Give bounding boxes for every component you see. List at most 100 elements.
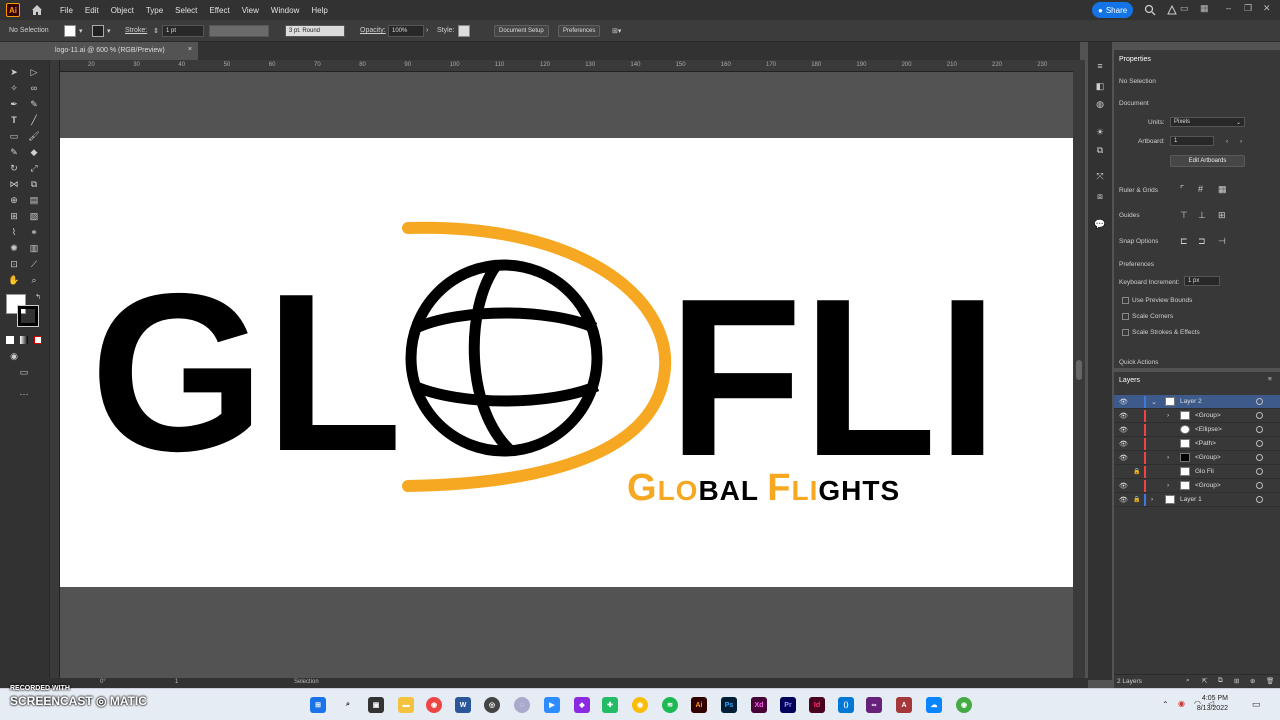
expand-chevron-icon[interactable]: ⌄: [1151, 398, 1157, 406]
menu-select[interactable]: Select: [175, 6, 197, 15]
clipping-mask-icon[interactable]: ⧉: [1218, 677, 1223, 685]
new-sublayer-icon[interactable]: ⊞: [1234, 677, 1239, 685]
minimize-icon[interactable]: –: [1226, 3, 1231, 13]
target-circle-icon[interactable]: [1256, 496, 1263, 503]
fill-swatch[interactable]: [64, 25, 76, 37]
eraser-tool-icon[interactable]: ◆: [28, 146, 40, 158]
chrome-canary-icon[interactable]: ◉: [632, 697, 648, 713]
layer-name[interactable]: <Path>: [1195, 440, 1216, 447]
layer-name[interactable]: <Ellipse>: [1195, 426, 1222, 433]
shaper-tool-icon[interactable]: ✎: [8, 146, 20, 158]
expand-chevron-icon[interactable]: ›: [1167, 454, 1169, 461]
layer-name[interactable]: Glo Fli: [1195, 468, 1214, 475]
magic-wand-tool-icon[interactable]: ✧: [8, 82, 20, 94]
scale-corners-checkbox[interactable]: [1122, 313, 1129, 320]
target-circle-icon[interactable]: [1256, 440, 1263, 447]
blend-tool-icon[interactable]: ⚭: [28, 226, 40, 238]
color-panel-icon[interactable]: ◧: [1094, 80, 1106, 92]
indesign-icon[interactable]: Id: [809, 697, 825, 713]
more-tools-icon[interactable]: ⋯: [18, 388, 30, 400]
tray-chevron-icon[interactable]: ⌃: [1162, 700, 1169, 709]
camera-icon[interactable]: ◎: [484, 697, 500, 713]
style-swatch[interactable]: [458, 25, 470, 37]
close-tab-icon[interactable]: ×: [188, 46, 192, 53]
appearance-panel-icon[interactable]: ◍: [1094, 98, 1106, 110]
grid-icon[interactable]: #: [1198, 184, 1203, 194]
shape-builder-tool-icon[interactable]: ⊕: [8, 194, 20, 206]
color-mode-icon[interactable]: [6, 336, 14, 344]
visibility-eye-icon[interactable]: 👁: [1119, 496, 1128, 504]
file-explorer-icon[interactable]: ▬: [398, 697, 414, 713]
system-clock[interactable]: 4:05 PM 8/13/2022: [1197, 694, 1228, 714]
use-preview-bounds-checkbox[interactable]: [1122, 297, 1129, 304]
lock-icon[interactable]: 🔒: [1133, 496, 1140, 503]
illustrator-icon[interactable]: Ai: [691, 697, 707, 713]
layer-row[interactable]: 👁 ⌄ Layer 2: [1114, 395, 1280, 409]
scroll-thumb[interactable]: [1076, 360, 1082, 380]
artboard-tool-icon[interactable]: ⊡: [8, 258, 20, 270]
home-icon[interactable]: [30, 3, 44, 17]
arrange-icon[interactable]: ▭: [1180, 3, 1189, 14]
xd-icon[interactable]: Xd: [751, 697, 767, 713]
restore-icon[interactable]: ❐: [1244, 3, 1252, 14]
arrange-documents-icon[interactable]: ⊞▾: [612, 27, 621, 35]
opacity-label[interactable]: Opacity:: [360, 27, 386, 34]
preferences-button[interactable]: Preferences: [558, 25, 601, 37]
units-dropdown[interactable]: Pixels ⌄: [1170, 117, 1245, 127]
symbol-sprayer-tool-icon[interactable]: ✺: [8, 242, 20, 254]
layer-row[interactable]: 🔒 Glo Fli: [1114, 465, 1280, 479]
properties-panel-icon[interactable]: ≡: [1094, 60, 1106, 72]
locate-object-icon[interactable]: ⌕: [1186, 677, 1190, 685]
word-icon[interactable]: W: [455, 697, 471, 713]
layer-row[interactable]: 👁 › <Group>: [1114, 409, 1280, 423]
visibility-eye-icon[interactable]: 👁: [1119, 482, 1128, 490]
stroke-weight-field[interactable]: 1 pt: [162, 25, 204, 37]
gradient-tool-icon[interactable]: ▧: [28, 210, 40, 222]
expand-chevron-icon[interactable]: ›: [1167, 482, 1169, 489]
tray-app-icon[interactable]: ◉: [1178, 699, 1185, 708]
target-circle-icon[interactable]: [1256, 454, 1263, 461]
mesh-tool-icon[interactable]: ⊞: [8, 210, 20, 222]
artboard[interactable]: GL FLI GLOBAL FLIGHTS: [60, 138, 1073, 587]
layer-row[interactable]: 👁 🔒 › Layer 1: [1114, 493, 1280, 507]
eyedropper-tool-icon[interactable]: ⌇: [8, 226, 20, 238]
layer-name[interactable]: Layer 1: [1180, 496, 1202, 503]
panel-menu-icon[interactable]: ≡: [1268, 376, 1272, 383]
brush-dropdown[interactable]: 3 pt. Round: [285, 25, 345, 37]
type-tool-icon[interactable]: T: [8, 114, 20, 126]
app-icon[interactable]: ✚: [602, 697, 618, 713]
next-artboard-icon[interactable]: ›: [1240, 138, 1242, 145]
stroke-dropdown-icon[interactable]: ▾: [107, 27, 111, 35]
prev-artboard-icon[interactable]: ‹: [1226, 138, 1228, 145]
task-view-icon[interactable]: ▣: [368, 697, 384, 713]
artboard-navigator[interactable]: 1: [175, 679, 178, 685]
edit-artboards-button[interactable]: Edit Artboards: [1170, 155, 1245, 167]
logo-artwork[interactable]: GL FLI GLOBAL FLIGHTS: [60, 138, 1073, 587]
stroke-color-icon[interactable]: [17, 305, 39, 327]
notifications-icon[interactable]: ▭: [1252, 699, 1261, 710]
chrome-icon[interactable]: ◉: [426, 697, 442, 713]
layer-name[interactable]: <Group>: [1195, 482, 1221, 489]
menu-type[interactable]: Type: [146, 6, 163, 15]
direct-selection-tool-icon[interactable]: ▷: [28, 66, 40, 78]
none-mode-icon[interactable]: [34, 336, 42, 344]
opacity-arrow-icon[interactable]: ›: [426, 27, 428, 34]
vertical-scrollbar[interactable]: [1073, 60, 1085, 680]
access-icon[interactable]: A: [896, 697, 912, 713]
delete-layer-icon[interactable]: 🗑: [1266, 677, 1274, 685]
rectangle-tool-icon[interactable]: ▭: [8, 130, 20, 142]
new-layer-icon[interactable]: ⊕: [1250, 677, 1255, 685]
vscode-icon[interactable]: ⟨⟩: [838, 697, 854, 713]
photoshop-icon[interactable]: Ps: [721, 697, 737, 713]
sun-icon[interactable]: ☀: [1094, 126, 1106, 138]
screen-mode-icon[interactable]: ▭: [18, 366, 30, 378]
comments-icon[interactable]: 💬: [1094, 218, 1106, 230]
stroke-label[interactable]: Stroke:: [125, 27, 147, 34]
draw-normal-icon[interactable]: ◉: [8, 350, 20, 362]
variable-width-dropdown[interactable]: [209, 25, 269, 37]
lasso-tool-icon[interactable]: ∞: [28, 82, 40, 94]
curvature-tool-icon[interactable]: ✎: [28, 98, 40, 110]
menu-object[interactable]: Object: [111, 6, 134, 15]
scale-tool-icon[interactable]: ⤢: [28, 162, 40, 174]
opacity-field[interactable]: 100%: [388, 25, 424, 37]
